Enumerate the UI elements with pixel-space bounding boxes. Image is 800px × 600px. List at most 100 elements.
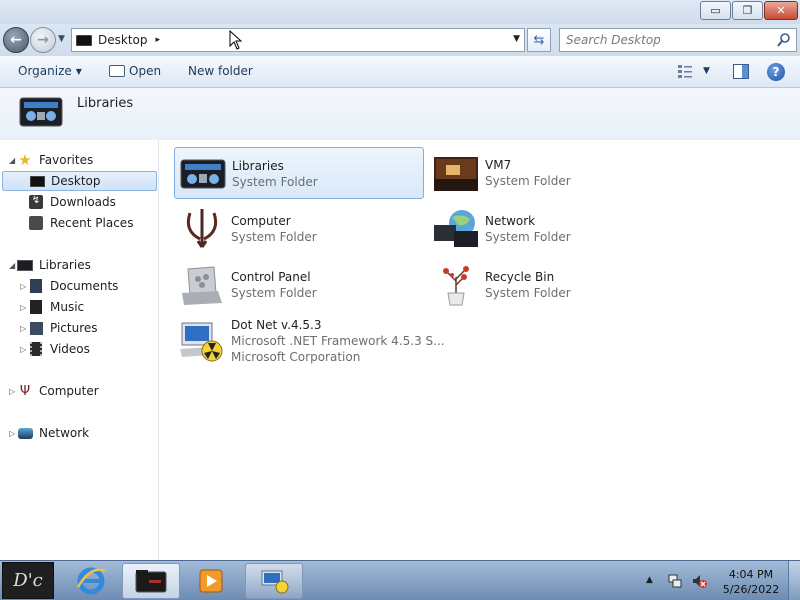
item-vm7[interactable]: VM7 System Folder bbox=[428, 147, 678, 199]
maximize-button[interactable]: ❐ bbox=[732, 1, 763, 20]
item-computer[interactable]: Computer System Folder bbox=[174, 203, 424, 255]
item-network[interactable]: Network System Folder bbox=[428, 203, 678, 255]
taskbar: D'c ▲ 4:04 PM 5/26/2022 bbox=[0, 560, 800, 600]
folder-open-icon bbox=[109, 65, 125, 77]
search-icon[interactable] bbox=[776, 32, 792, 48]
network-icon bbox=[17, 426, 33, 440]
nav-network-label: Network bbox=[39, 426, 90, 440]
nav-item-music[interactable]: Music bbox=[28, 297, 84, 317]
libraries-icon bbox=[17, 258, 33, 272]
media-player-icon bbox=[199, 569, 223, 593]
forward-button[interactable]: → bbox=[30, 27, 56, 53]
computer-icon bbox=[186, 209, 218, 248]
internet-explorer-icon bbox=[76, 567, 106, 595]
close-icon: ✕ bbox=[776, 4, 786, 17]
open-label: Open bbox=[129, 64, 162, 78]
item-publisher: Microsoft Corporation bbox=[231, 350, 361, 364]
nav-item-label: Recent Places bbox=[50, 216, 134, 230]
refresh-icon: ⇆ bbox=[533, 32, 545, 48]
item-name: Control Panel bbox=[231, 270, 311, 284]
new-folder-label: New folder bbox=[188, 64, 253, 78]
nav-item-desktop[interactable]: Desktop bbox=[2, 171, 157, 191]
libraries-icon bbox=[19, 97, 63, 127]
item-name: Network bbox=[485, 214, 536, 228]
star-icon: ★ bbox=[18, 151, 32, 169]
back-arrow-icon: ← bbox=[10, 32, 22, 48]
preview-pane-icon[interactable] bbox=[733, 64, 749, 79]
expand-arrow-icon[interactable]: ▷ bbox=[20, 345, 26, 354]
minimize-button[interactable]: ▭ bbox=[700, 1, 731, 20]
nav-libraries[interactable]: Libraries bbox=[17, 255, 91, 275]
open-button[interactable]: Open bbox=[109, 64, 161, 78]
change-view-icon[interactable] bbox=[677, 64, 693, 79]
details-header: Libraries bbox=[0, 88, 800, 140]
mouse-cursor-icon bbox=[229, 30, 243, 50]
taskbar-internet-explorer[interactable] bbox=[62, 563, 120, 599]
show-desktop-button[interactable] bbox=[788, 561, 800, 600]
back-button[interactable]: ← bbox=[3, 27, 29, 53]
search-box[interactable] bbox=[559, 28, 797, 52]
nav-computer[interactable]: Ψ Computer bbox=[17, 381, 99, 401]
item-libraries[interactable]: Libraries System Folder bbox=[174, 147, 424, 199]
show-hidden-icons-button[interactable]: ▲ bbox=[646, 575, 653, 585]
network-tray-icon[interactable] bbox=[667, 573, 683, 589]
item-name: Computer bbox=[231, 214, 291, 228]
nav-item-videos[interactable]: Videos bbox=[28, 339, 90, 359]
item-name: Recycle Bin bbox=[485, 270, 555, 284]
item-dotnet-installer[interactable]: Dot Net v.4.5.3 Microsoft .NET Framework… bbox=[174, 315, 445, 367]
recent-pages-dropdown[interactable]: ▼ bbox=[58, 34, 65, 44]
music-icon bbox=[28, 300, 44, 314]
system-clock[interactable]: 4:04 PM 5/26/2022 bbox=[718, 567, 784, 597]
address-location[interactable]: Desktop bbox=[98, 33, 148, 47]
taskbar-windows-explorer[interactable] bbox=[122, 563, 180, 599]
taskbar-media-player[interactable] bbox=[182, 563, 240, 599]
refresh-button[interactable]: ⇆ bbox=[527, 28, 551, 52]
taskbar-installer[interactable] bbox=[245, 563, 303, 599]
nav-item-documents[interactable]: Documents bbox=[28, 276, 118, 296]
minimize-icon: ▭ bbox=[710, 4, 721, 17]
libraries-icon bbox=[180, 159, 226, 189]
nav-item-recent-places[interactable]: Recent Places bbox=[28, 213, 133, 233]
expand-arrow-icon[interactable]: ▷ bbox=[20, 282, 26, 291]
item-type: System Folder bbox=[485, 286, 571, 300]
view-options-dropdown[interactable]: ▼ bbox=[703, 66, 710, 76]
new-folder-button[interactable]: New folder bbox=[188, 64, 253, 78]
nav-favorites-label: Favorites bbox=[39, 153, 94, 167]
organize-button[interactable]: Organize ▼ bbox=[18, 64, 82, 78]
installer-icon bbox=[261, 570, 289, 594]
network-icon bbox=[434, 210, 478, 247]
item-type: System Folder bbox=[485, 174, 571, 188]
expand-arrow-icon[interactable]: ▷ bbox=[9, 429, 15, 438]
nav-favorites[interactable]: ★ Favorites bbox=[17, 150, 93, 170]
clock-date: 5/26/2022 bbox=[722, 583, 780, 596]
item-recycle-bin[interactable]: Recycle Bin System Folder bbox=[428, 259, 678, 311]
libraries-expand-icon[interactable]: ◢ bbox=[9, 261, 15, 270]
expand-arrow-icon[interactable]: ▷ bbox=[20, 324, 26, 333]
nav-item-label: Documents bbox=[50, 279, 119, 293]
expand-arrow-icon[interactable]: ▷ bbox=[20, 303, 26, 312]
item-name: Libraries bbox=[232, 159, 284, 173]
expand-arrow-icon[interactable]: ▷ bbox=[9, 387, 15, 396]
chevron-down-icon: ▼ bbox=[75, 66, 82, 76]
close-button[interactable]: ✕ bbox=[764, 1, 798, 20]
start-button[interactable]: D'c bbox=[2, 562, 54, 599]
navigation-pane: ◢ ★ Favorites Desktop ↯ Downloads Recent… bbox=[0, 140, 159, 560]
user-folder-icon bbox=[434, 157, 478, 191]
forward-arrow-icon: → bbox=[37, 32, 49, 48]
nav-item-pictures[interactable]: Pictures bbox=[28, 318, 98, 338]
nav-libraries-label: Libraries bbox=[39, 258, 91, 272]
favorites-expand-icon[interactable]: ◢ bbox=[9, 156, 15, 165]
nav-network[interactable]: Network bbox=[17, 423, 89, 443]
item-type: System Folder bbox=[231, 230, 317, 244]
title-bar: ▭ ❐ ✕ bbox=[0, 0, 800, 24]
documents-icon bbox=[28, 279, 44, 293]
volume-muted-icon[interactable] bbox=[691, 573, 707, 589]
help-icon[interactable]: ? bbox=[767, 63, 785, 81]
address-bar[interactable]: Desktop ▸ ▼ bbox=[71, 28, 525, 52]
nav-item-downloads[interactable]: ↯ Downloads bbox=[28, 192, 116, 212]
item-control-panel[interactable]: Control Panel System Folder bbox=[174, 259, 424, 311]
address-dropdown-icon[interactable]: ▼ bbox=[513, 34, 520, 44]
search-input[interactable] bbox=[566, 33, 766, 47]
maximize-icon: ❐ bbox=[742, 4, 753, 17]
address-chevron-icon[interactable]: ▸ bbox=[156, 35, 161, 45]
